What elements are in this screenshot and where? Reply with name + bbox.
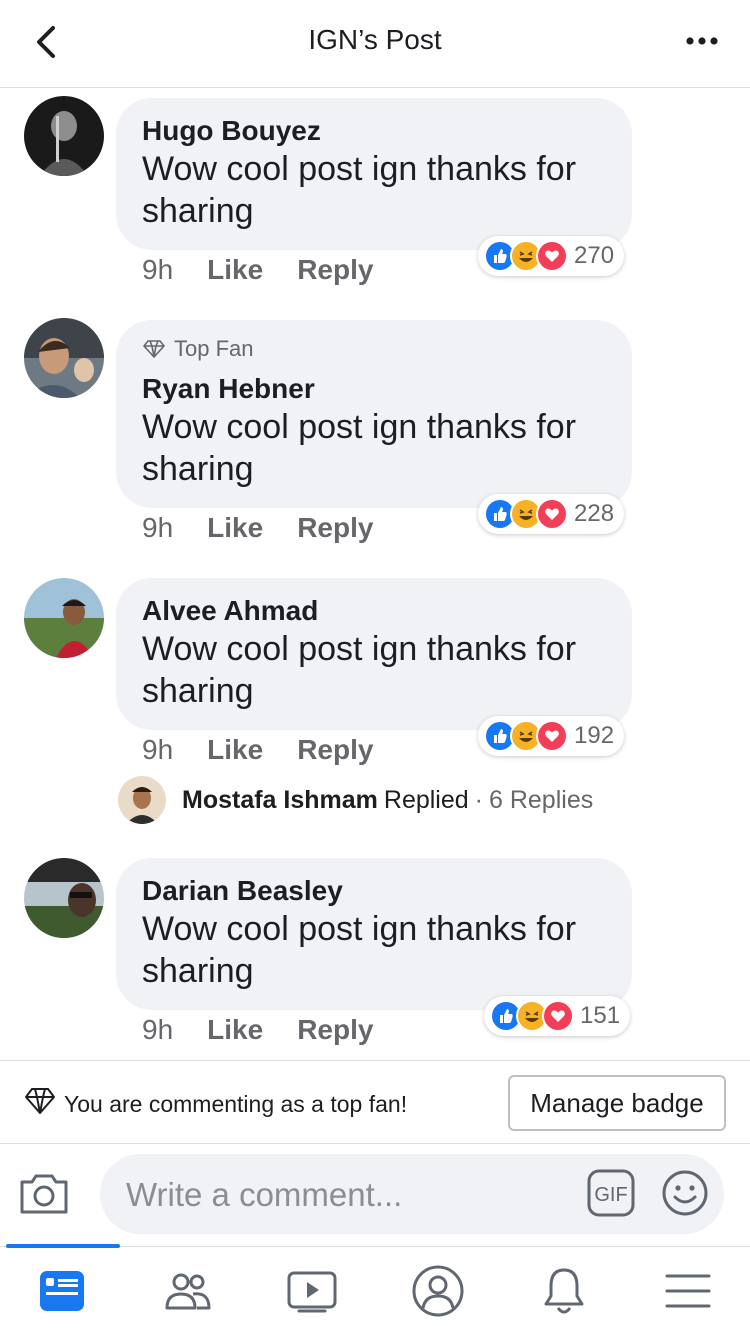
replier-name: Mostafa Ishmam: [182, 785, 378, 814]
comment-text: Wow cool post ign thanks for sharing: [142, 630, 577, 710]
reaction-count: 192: [574, 722, 615, 749]
comment-author[interactable]: Hugo Bouyez: [142, 114, 606, 148]
bottom-tab-bar: [0, 1244, 750, 1334]
camera-button[interactable]: [16, 1166, 72, 1222]
gif-button[interactable]: GIF: [586, 1168, 636, 1218]
avatar[interactable]: [24, 578, 104, 658]
tab-news-feed[interactable]: [34, 1263, 90, 1319]
tab-watch[interactable]: [284, 1263, 340, 1319]
avatar: [118, 776, 166, 824]
tab-profile[interactable]: [410, 1263, 466, 1319]
comment-input-placeholder: Write a comment...: [126, 1176, 403, 1213]
gif-icon: GIF: [587, 1169, 635, 1217]
diamond-icon: [143, 340, 165, 358]
avatar[interactable]: [24, 96, 104, 176]
like-button[interactable]: Like: [207, 254, 263, 286]
avatar[interactable]: [24, 318, 104, 398]
comment-input[interactable]: Write a comment... GIF: [100, 1154, 724, 1234]
love-reaction-icon: [536, 240, 568, 272]
tab-menu[interactable]: [660, 1263, 716, 1319]
avatar[interactable]: [24, 858, 104, 938]
reaction-count: 228: [574, 500, 615, 527]
reaction-count: 151: [580, 1002, 621, 1029]
replied-label: Replied: [383, 785, 469, 814]
top-fan-bar: You are commenting as a top fan! Manage …: [0, 1060, 750, 1144]
comment-text: Wow cool post ign thanks for sharing: [142, 150, 577, 230]
comment-time: 9h: [142, 734, 174, 765]
menu-icon: [665, 1274, 711, 1308]
emoji-icon: [662, 1170, 708, 1216]
tab-notifications[interactable]: [536, 1263, 592, 1319]
manage-badge-button[interactable]: Manage badge: [508, 1075, 726, 1131]
top-bar: IGN’s Post: [0, 0, 750, 88]
like-button[interactable]: Like: [207, 734, 263, 766]
svg-text:GIF: GIF: [594, 1184, 627, 1206]
like-button[interactable]: Like: [207, 512, 263, 544]
love-reaction-icon: [536, 720, 568, 752]
comment-actions: 9h Like Reply: [142, 254, 407, 286]
comment-text: Wow cool post ign thanks for sharing: [142, 910, 577, 990]
reply-button[interactable]: Reply: [297, 254, 373, 286]
more-options-button[interactable]: [684, 26, 724, 56]
love-reaction-icon: [536, 498, 568, 530]
news-feed-icon: [40, 1271, 84, 1311]
top-fan-message: You are commenting as a top fan!: [64, 1091, 408, 1117]
comment-author[interactable]: Alvee Ahmad: [142, 594, 606, 628]
reactions-summary[interactable]: 228: [478, 494, 625, 534]
comment-bubble[interactable]: Top Fan Ryan Hebner Wow cool post ign th…: [116, 320, 632, 508]
comment-actions: 9h Like Reply: [142, 512, 407, 544]
camera-icon: [20, 1174, 68, 1214]
reply-button[interactable]: Reply: [297, 734, 373, 766]
notifications-icon: [544, 1268, 584, 1314]
reaction-count: 270: [574, 242, 615, 269]
reactions-summary[interactable]: 151: [484, 996, 631, 1036]
more-dots-icon: [686, 37, 718, 45]
comment-actions: 9h Like Reply: [142, 734, 407, 766]
like-button[interactable]: Like: [207, 1014, 263, 1046]
profile-icon: [412, 1265, 464, 1317]
separator-dot: ·: [474, 785, 483, 814]
top-fan-label: Top Fan: [174, 336, 254, 361]
reply-button[interactable]: Reply: [297, 512, 373, 544]
diamond-icon: [25, 1088, 55, 1114]
replies-count: 6 Replies: [489, 785, 594, 814]
active-tab-indicator: [6, 1244, 120, 1248]
top-fan-badge[interactable]: Top Fan: [142, 336, 606, 362]
reactions-summary[interactable]: 192: [478, 716, 625, 756]
page-title: IGN’s Post: [308, 24, 442, 55]
comment-composer: Write a comment... GIF: [0, 1144, 750, 1246]
comment-author[interactable]: Ryan Hebner: [142, 372, 606, 406]
reactions-summary[interactable]: 270: [478, 236, 625, 276]
comment-bubble[interactable]: Hugo Bouyez Wow cool post ign thanks for…: [116, 98, 632, 250]
comment-time: 9h: [142, 512, 174, 543]
comment-time: 9h: [142, 254, 174, 285]
friends-icon: [165, 1273, 211, 1310]
reply-button[interactable]: Reply: [297, 1014, 373, 1046]
comment-bubble[interactable]: Darian Beasley Wow cool post ign thanks …: [116, 858, 632, 1010]
watch-icon: [287, 1271, 337, 1313]
emoji-button[interactable]: [660, 1168, 710, 1218]
tab-friends[interactable]: [160, 1263, 216, 1319]
comment-text: Wow cool post ign thanks for sharing: [142, 408, 577, 488]
replies-link[interactable]: Mostafa Ishmam Replied · 6 Replies: [118, 776, 593, 824]
comment-author[interactable]: Darian Beasley: [142, 874, 606, 908]
comment-time: 9h: [142, 1014, 174, 1045]
comment-actions: 9h Like Reply: [142, 1014, 407, 1046]
love-reaction-icon: [542, 1000, 574, 1032]
comment-bubble[interactable]: Alvee Ahmad Wow cool post ign thanks for…: [116, 578, 632, 730]
